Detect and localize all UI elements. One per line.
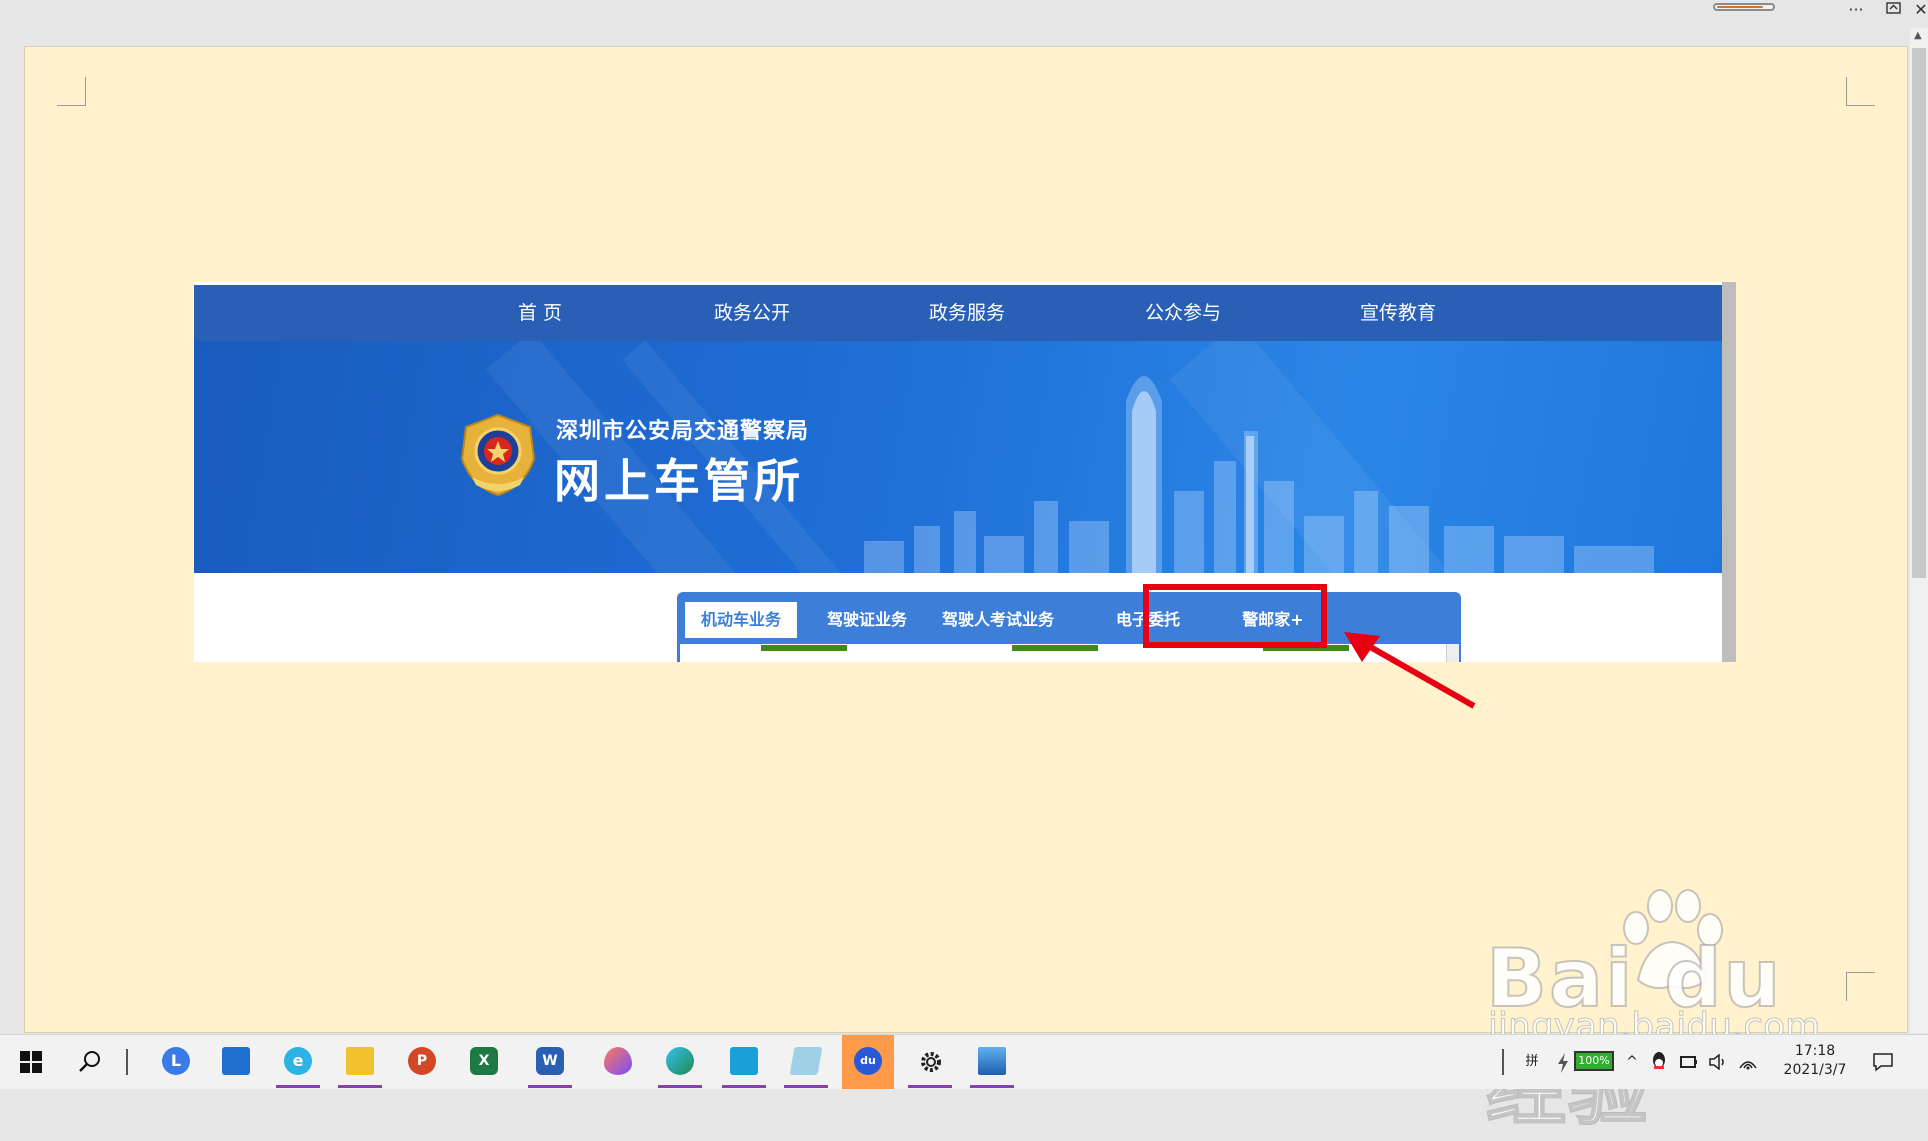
battery-indicator[interactable]: 100% [1574,1051,1614,1071]
scroll-up-icon[interactable]: ▲ [1914,30,1922,41]
image-edge-scrollbar [1722,282,1736,662]
clock-time: 17:18 [1794,1043,1836,1059]
ribbon-progress-fill [1717,6,1763,8]
taskbar-notes-app[interactable] [780,1035,832,1089]
nav-government-affairs[interactable]: 政务公开 [682,285,822,341]
taskbar-powerpoint[interactable]: P [396,1035,448,1089]
ribbon-progress-indicator [1713,3,1775,11]
photos-icon [978,1047,1006,1075]
taskbar-settings[interactable] [904,1035,956,1089]
close-button[interactable]: ✕ [1914,0,1928,22]
city-skyline-graphic [864,376,1654,573]
baidu-icon: du [854,1047,882,1075]
ie-icon: e [284,1047,312,1075]
site-banner: 深圳市公安局交通警察局 网上车管所 [194,341,1722,573]
settings-icon [921,1052,941,1072]
network-tray-icon[interactable] [1738,1035,1760,1089]
site-nav-bar: 首 页 政务公开 政务服务 公众参与 宣传教育 [194,285,1722,341]
excel-icon: X [470,1047,498,1075]
nav-government-services[interactable]: 政务服务 [897,285,1037,341]
search-button[interactable] [62,1035,114,1089]
file-explorer-icon [346,1047,374,1075]
notification-center-button[interactable] [1872,1035,1904,1089]
charging-icon [1558,1053,1568,1073]
taskbar-tablet-app[interactable] [718,1035,770,1089]
document-scrollbar[interactable]: ▲ [1910,28,1928,1033]
taskbar-photos[interactable] [966,1035,1018,1089]
app-l-icon: L [162,1047,190,1075]
police-emblem-logo [460,413,536,497]
notes-app-icon [789,1047,823,1075]
notification-icon [1873,1052,1893,1072]
taskbar-separator [126,1049,128,1075]
nav-home[interactable]: 首 页 [470,285,610,341]
taskbar-mail[interactable] [210,1035,262,1089]
service-item-bar [1012,645,1098,651]
speaker-icon [1709,1052,1724,1071]
edge-icon [666,1047,694,1075]
taskbar-word[interactable]: W [524,1035,576,1089]
qq-icon [1653,1051,1665,1069]
device-tray-icon[interactable] [1680,1035,1702,1089]
embedded-website-image: 首 页 政务公开 政务服务 公众参与 宣传教育 深圳市公安局交通警察局 网上车管… [194,282,1736,662]
taskbar-paint-drop[interactable] [592,1035,644,1089]
window-titlebar: ··· ✕ [0,0,1928,44]
windows-taskbar: L e P X W du 拼 100% ^ 17:18 2021/3/7 [0,1034,1928,1089]
site-title: 网上车管所 [554,454,804,508]
nav-publicity-education[interactable]: 宣传教育 [1328,285,1468,341]
taskbar-ie[interactable]: e [272,1035,324,1089]
service-item-bar [761,645,847,651]
search-icon [79,1051,100,1072]
restore-icon [1886,2,1901,14]
highlight-box [1143,584,1327,648]
start-button[interactable] [4,1035,56,1089]
start-icon [20,1051,42,1073]
wifi-icon [1739,1060,1757,1069]
mail-icon [222,1047,250,1075]
volume-tray-icon[interactable] [1708,1035,1730,1089]
tab-driver-license-business[interactable]: 驾驶证业务 [811,602,923,638]
system-clock[interactable]: 17:18 2021/3/7 [1770,1042,1860,1080]
chevron-up-icon[interactable]: ^ [1622,1035,1642,1089]
clock-date: 2021/3/7 [1783,1062,1847,1078]
paint-drop-icon [604,1047,632,1075]
taskbar-edge[interactable] [654,1035,706,1089]
taskbar-file-explorer[interactable] [334,1035,386,1089]
tab-vehicle-business[interactable]: 机动车业务 [685,602,797,638]
page-corner-mark [1846,972,1875,1001]
ime-indicator[interactable]: 拼 [1520,1035,1544,1089]
page-corner-mark [1846,77,1875,106]
word-icon: W [536,1047,564,1075]
baidu-jingyan-watermark: Bai du经验 jingyan.baidu.com [1485,888,1846,1137]
red-arrow-annotation [1344,632,1476,709]
tray-separator [1502,1049,1504,1075]
taskbar-baidu[interactable]: du [842,1035,894,1089]
qq-tray-icon[interactable] [1650,1035,1672,1089]
restore-button[interactable] [1878,0,1910,22]
page-corner-mark [57,77,86,106]
organization-name: 深圳市公安局交通警察局 [556,419,810,444]
taskbar-app-l[interactable]: L [150,1035,202,1089]
nav-public-participation[interactable]: 公众参与 [1113,285,1253,341]
scrollbar-thumb[interactable] [1912,48,1926,578]
tab-driver-exam-business[interactable]: 驾驶人考试业务 [929,602,1067,638]
tablet-app-icon [730,1047,758,1075]
more-options-button[interactable]: ··· [1840,0,1872,22]
powerpoint-icon: P [408,1047,436,1075]
taskbar-excel[interactable]: X [458,1035,510,1089]
battery-device-icon [1680,1055,1697,1068]
